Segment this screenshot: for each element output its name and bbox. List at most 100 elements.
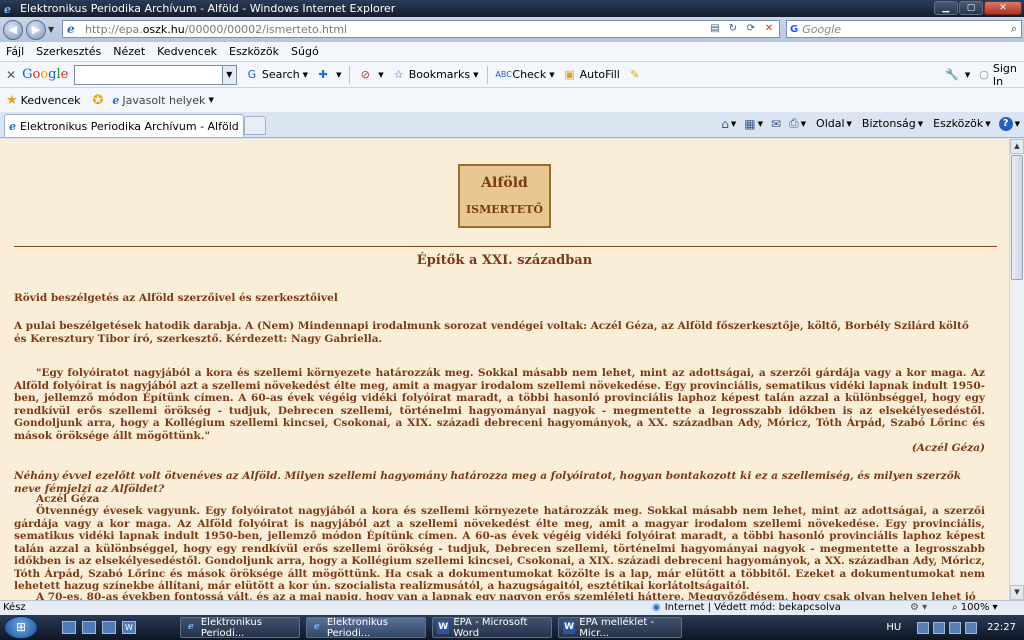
chevron-down-icon[interactable]: ▼	[801, 120, 806, 128]
popup-blocker-button[interactable]: ⊘ ▼	[358, 68, 384, 82]
minimize-button[interactable]: ▁	[934, 1, 958, 15]
mail-icon[interactable]: ✉	[771, 117, 781, 131]
zoom-level[interactable]: ⌕ 100% ▾	[952, 602, 998, 613]
taskbar-item-word-2[interactable]: W EPA melléklet - Micr...	[558, 616, 682, 639]
menu-file[interactable]: Fájl	[6, 45, 24, 58]
chevron-down-icon[interactable]: ▼	[208, 96, 213, 104]
article-subtitle: Rövid beszélgetés az Alföld szerzőivel é…	[14, 292, 338, 304]
alfold-logo-box[interactable]: Alföld ISMERTETŐ	[458, 164, 551, 228]
add-button[interactable]: ✚ ▼	[316, 68, 341, 82]
protected-mode-icon[interactable]: ⚙ ▾	[910, 602, 927, 613]
interview-answer: Ötvennégy évesek vagyunk. Egy folyóirato…	[14, 505, 985, 592]
address-actions: ▤ ↻ ⟳ ✕	[705, 22, 777, 36]
stop-icon[interactable]: ✕	[761, 22, 777, 36]
bookmarks-button[interactable]: ☆ Bookmarks ▼	[392, 68, 479, 82]
chevron-down-icon: ▼	[336, 70, 342, 79]
close-button[interactable]: ✕	[984, 1, 1022, 15]
favorites-bar: ★ Kedvencek ✪ e Javasolt helyek ▼	[0, 88, 1024, 112]
menu-help[interactable]: Súgó	[291, 45, 319, 58]
chevron-down-icon[interactable]: ▼	[731, 120, 736, 128]
settings-button[interactable]: 🔧 ▼	[945, 68, 970, 82]
page-icon: e	[67, 22, 75, 36]
chevron-down-icon[interactable]: ▼	[985, 120, 990, 128]
menu-tools[interactable]: Eszközök	[229, 45, 279, 58]
forward-button[interactable]: ▶	[26, 19, 46, 40]
address-url: http://epa.oszk.hu/00000/00002/ismerteto…	[85, 22, 348, 36]
google-search-button[interactable]: G Search ▼	[245, 68, 308, 82]
refresh-icon[interactable]: ↻	[725, 22, 741, 36]
menu-view[interactable]: Nézet	[113, 45, 145, 58]
separator	[349, 65, 351, 84]
add-favorite-icon[interactable]: ✪	[93, 93, 104, 108]
print-icon[interactable]: ⎙	[789, 116, 799, 131]
safety-menu[interactable]: Biztonság	[862, 117, 916, 130]
chevron-down-icon[interactable]: ▼	[847, 120, 852, 128]
clock[interactable]: 22:27	[987, 622, 1016, 633]
taskbar-item-ie-2[interactable]: e Elektronikus Periodi...	[306, 617, 426, 639]
history-dropdown-icon[interactable]: ▼	[48, 25, 54, 34]
scroll-down-icon[interactable]: ▼	[1010, 585, 1024, 600]
sign-in-button[interactable]: ○ Sign In	[978, 62, 1024, 88]
feeds-icon[interactable]: ▦	[744, 117, 755, 131]
menu-favorites[interactable]: Kedvencek	[157, 45, 217, 58]
highlight-button[interactable]: ✎	[628, 68, 645, 82]
tab-active[interactable]: e Elektronikus Periodika Archívum - Alfö…	[4, 114, 244, 137]
ie-icon: e	[188, 622, 194, 632]
help-icon[interactable]: ?	[998, 116, 1013, 131]
close-toolbar-icon[interactable]: ✕	[6, 68, 16, 82]
word-quicklaunch-icon[interactable]: W	[122, 621, 136, 634]
new-tab-button[interactable]	[244, 116, 266, 135]
compatibility-icon[interactable]: ▤	[707, 22, 723, 36]
favorites-star-icon[interactable]: ★	[6, 93, 18, 108]
status-bar: Kész ◉ Internet | Védett mód: bekapcsolv…	[0, 600, 1024, 615]
tray-icon[interactable]	[965, 621, 978, 634]
scroll-up-icon[interactable]: ▲	[1010, 139, 1024, 154]
google-logo: Google	[22, 67, 69, 82]
google-search-input[interactable]: ▼	[74, 64, 237, 85]
menu-bar: Fájl Szerkesztés Nézet Kedvencek Eszközö…	[0, 42, 1024, 62]
search-placeholder: Google	[802, 22, 842, 36]
show-desktop-icon[interactable]	[62, 621, 76, 634]
back-button[interactable]: ◀	[3, 19, 23, 40]
switch-windows-icon[interactable]	[82, 621, 96, 634]
page-menu[interactable]: Oldal	[816, 117, 845, 130]
spell-check-button[interactable]: ABC Check ▼	[495, 68, 554, 82]
divider	[14, 246, 997, 247]
page-icon: e	[9, 119, 16, 133]
favorites-button[interactable]: Kedvencek	[21, 94, 81, 107]
ie-quicklaunch-icon[interactable]	[102, 621, 116, 634]
search-input[interactable]: G Google ⌕	[786, 20, 1022, 38]
interview-question: Néhány évvel ezelőtt volt ötvenéves az A…	[14, 470, 962, 495]
tools-menu[interactable]: Eszközök	[933, 117, 983, 130]
command-bar: ⌂ ▼ ▦ ▼ ✉ ⎙ ▼ Oldal ▼ Biztonság ▼ Eszközök ▼ ?…	[713, 116, 1020, 131]
refresh-icon[interactable]: ⟳	[743, 22, 759, 36]
chevron-down-icon[interactable]: ▼	[1015, 120, 1020, 128]
address-bar[interactable]: e http://epa.oszk.hu/00000/00002/ismerte…	[62, 20, 780, 38]
task-label: EPA melléklet - Micr...	[579, 616, 655, 639]
language-indicator[interactable]: HU	[886, 622, 901, 633]
article-heading: Építők a XXI. században	[416, 253, 593, 268]
globe-icon: ◉	[652, 602, 661, 613]
network-icon[interactable]	[933, 621, 946, 634]
chevron-down-icon[interactable]: ▼	[918, 120, 923, 128]
scrollbar-thumb[interactable]	[1011, 155, 1023, 280]
autofill-button[interactable]: ▣ AutoFill	[563, 68, 619, 82]
taskbar-item-ie-1[interactable]: e Elektronikus Periodi...	[180, 617, 300, 639]
volume-icon[interactable]	[949, 621, 962, 634]
menu-edit[interactable]: Szerkesztés	[36, 45, 101, 58]
maximize-button[interactable]: ▢	[959, 1, 983, 15]
google-search-icon: G	[790, 23, 799, 35]
chevron-down-icon[interactable]: ▼	[221, 65, 236, 84]
vertical-scrollbar[interactable]: ▲ ▼	[1009, 139, 1024, 600]
start-button[interactable]: ⊞	[4, 616, 38, 639]
chevron-down-icon[interactable]: ▼	[758, 120, 763, 128]
quick-launch: W	[62, 621, 142, 634]
security-zone[interactable]: ◉ Internet | Védett mód: bekapcsolva	[652, 602, 841, 613]
taskbar-item-word-1[interactable]: W EPA - Microsoft Word	[432, 617, 552, 639]
search-icon[interactable]: ⌕	[1011, 22, 1017, 36]
suggested-sites-link[interactable]: Javasolt helyek	[122, 94, 205, 107]
home-icon[interactable]: ⌂	[721, 117, 729, 131]
tab-label: Elektronikus Periodika Archívum - Alföld	[20, 119, 239, 133]
tray-icon[interactable]	[917, 621, 930, 634]
navigation-bar: ◀ ▶ ▼ e http://epa.oszk.hu/00000/00002/i…	[0, 17, 1024, 42]
